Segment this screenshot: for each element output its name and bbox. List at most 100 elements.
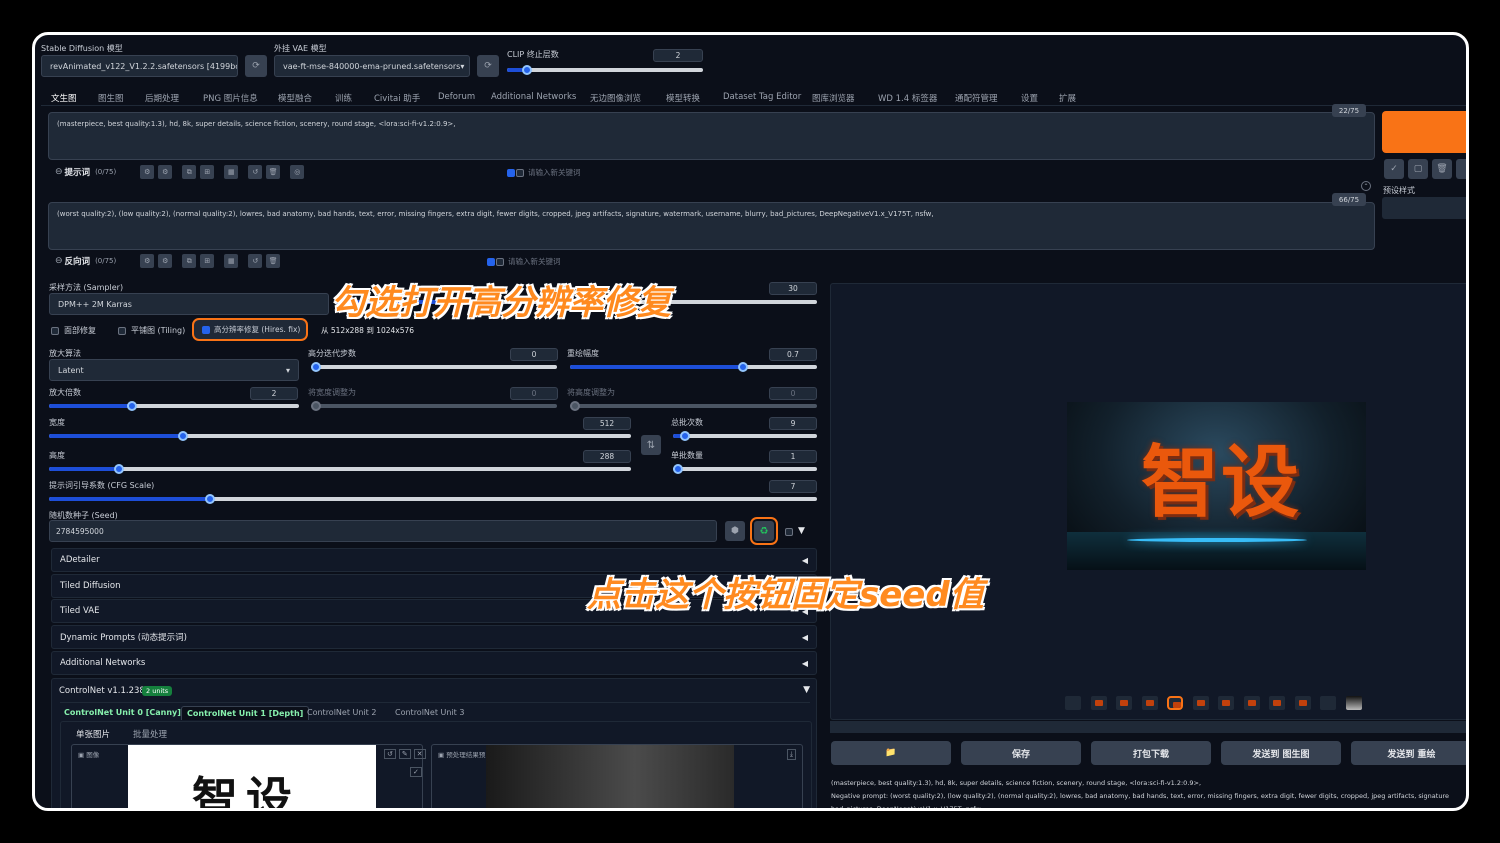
tab-9[interactable]: 无边图像浏览 (590, 92, 641, 104)
globe-icon[interactable]: ◎ (290, 165, 305, 179)
history-icon[interactable]: ↺ (248, 254, 263, 268)
hires-fix-option[interactable]: 高分辨率修复 (Hires. fix) (192, 318, 308, 341)
grid-icon[interactable]: ▦ (224, 254, 239, 268)
image-thumbnail[interactable] (1269, 696, 1285, 710)
image-thumbnail[interactable] (1090, 696, 1107, 710)
zip-download-button[interactable]: 打包下载 (1091, 741, 1211, 765)
sampler-dropdown[interactable]: DPM++ 2M Karras (49, 293, 329, 315)
gallery-scrollbar[interactable] (830, 721, 1466, 733)
keyword-checkbox-2[interactable] (496, 257, 504, 266)
refresh-vae-button[interactable]: ⟳ (477, 55, 499, 77)
tab-2[interactable]: 后期处理 (145, 92, 179, 104)
keyword-checkbox[interactable] (487, 257, 495, 266)
width-to-input[interactable]: 0 (510, 387, 558, 400)
prompt-textarea[interactable]: (masterpiece, best quality:1.3), hd, 8k,… (48, 112, 1375, 160)
slider-handle[interactable] (205, 494, 216, 504)
copy-icon[interactable]: ⧉ (182, 254, 197, 268)
controlnet-image-input[interactable]: ▣ 图像 智设 ↺ ✎ ✕ ✓ (71, 744, 426, 808)
history-icon[interactable]: ↺ (248, 165, 263, 179)
keyword-input[interactable]: 请输入新关键词 (528, 167, 581, 178)
negative-prompt-textarea[interactable]: (worst quality:2), (low quality:2), (nor… (48, 202, 1375, 250)
slider-handle[interactable] (673, 464, 683, 474)
tab-15[interactable]: 设置 (1021, 92, 1038, 104)
controlnet-unit-tab-2[interactable]: ControlNet Unit 2 (302, 706, 381, 719)
image-thumbnail[interactable] (1192, 696, 1209, 710)
brush-icon[interactable]: ✓ (410, 767, 422, 777)
face-restore-option[interactable]: 面部修复 (51, 325, 96, 336)
vae-dropdown[interactable]: vae-ft-mse-840000-ema-pruned.safetensors… (274, 55, 470, 77)
apply-style-button[interactable]: ✓ (1384, 159, 1404, 179)
slider-handle[interactable] (126, 401, 137, 411)
undo-icon[interactable]: ↺ (384, 749, 396, 759)
tab-11[interactable]: Dataset Tag Editor (723, 92, 801, 102)
batch-size-input[interactable]: 1 (769, 450, 817, 463)
copy-icon[interactable]: ⧉ (182, 165, 197, 179)
generate-button[interactable] (1382, 111, 1466, 153)
settings-icon[interactable]: ⚙ (140, 165, 155, 179)
caret-down-icon[interactable]: ▼ (803, 685, 810, 695)
tab-1[interactable]: 图生图 (98, 92, 124, 104)
face-restore-checkbox[interactable] (51, 326, 59, 335)
height-slider[interactable] (49, 464, 631, 474)
steps-value-input[interactable]: 30 (769, 282, 817, 295)
image-thumbnail[interactable] (1345, 696, 1362, 710)
random-seed-button[interactable]: ⬢ (725, 521, 745, 541)
close-icon[interactable]: ✕ (413, 749, 426, 759)
grid-thumbnail[interactable] (1065, 696, 1081, 710)
tab-5[interactable]: 训练 (335, 92, 352, 104)
refresh-models-button[interactable]: ⟳ (245, 55, 267, 77)
controlnet-unit-tab-3[interactable]: ControlNet Unit 3 (390, 706, 469, 719)
tab-3[interactable]: PNG 图片信息 (203, 92, 258, 104)
tab-8[interactable]: Additional Networks (491, 92, 576, 102)
generated-image[interactable]: 智设 (1067, 402, 1366, 570)
tab-0[interactable]: 文生图 (51, 92, 77, 104)
send-to-inpaint-button[interactable]: 发送到 重绘 (1351, 741, 1466, 765)
tab-10[interactable]: 模型转换 (666, 92, 700, 104)
slider-handle[interactable] (177, 431, 188, 441)
tab-14[interactable]: 通配符管理 (955, 92, 998, 104)
keyword-checkbox-2[interactable] (516, 168, 524, 177)
tab-6[interactable]: Civitai 助手 (374, 92, 420, 104)
clip-slider[interactable] (507, 65, 703, 75)
collapse-icon[interactable]: ⊖ (55, 167, 63, 177)
slider-handle[interactable] (737, 362, 748, 372)
width-to-slider[interactable] (311, 401, 557, 411)
height-to-input[interactable]: 0 (769, 387, 817, 400)
sd-model-dropdown[interactable]: revAnimated_v122_V1.2.2.safetensors [419… (41, 55, 238, 77)
tab-13[interactable]: WD 1.4 标签器 (878, 92, 937, 104)
batch-count-slider[interactable] (673, 431, 817, 441)
clip-value-input[interactable]: 2 (653, 49, 703, 62)
slider-handle[interactable] (679, 431, 690, 441)
keyword-checkbox[interactable] (507, 168, 515, 177)
upscaler-dropdown[interactable]: Latent ▾ (49, 359, 299, 381)
cfg-slider[interactable] (49, 494, 817, 504)
tab-16[interactable]: 扩展 (1059, 92, 1076, 104)
batch-count-input[interactable]: 9 (769, 417, 817, 430)
batch-tab[interactable]: 批量处理 (133, 728, 167, 740)
paste-icon[interactable]: ⊞ (200, 254, 215, 268)
copy-style-button[interactable]: ▢ (1408, 159, 1428, 179)
caret-down-icon[interactable]: ▼ (798, 526, 805, 536)
paste-icon[interactable]: ⊞ (200, 165, 215, 179)
width-slider[interactable] (49, 431, 631, 441)
slider-handle[interactable] (570, 401, 580, 411)
preset-style-dropdown[interactable] (1382, 197, 1466, 219)
collapse-up-icon[interactable]: ⌃ (1361, 181, 1371, 191)
swap-dimensions-button[interactable]: ⇅ (641, 435, 661, 455)
save-button[interactable]: 保存 (961, 741, 1081, 765)
tiling-checkbox[interactable] (118, 326, 126, 335)
image-thumbnail[interactable] (1243, 696, 1260, 710)
hires-steps-input[interactable]: 0 (510, 348, 558, 361)
send-to-img2img-button[interactable]: 发送到 图生图 (1221, 741, 1341, 765)
image-thumbnail[interactable] (1116, 696, 1132, 710)
reuse-seed-button[interactable]: ♻ (750, 517, 778, 545)
slider-handle[interactable] (113, 464, 124, 474)
trash-icon[interactable]: 🗑 (266, 165, 281, 179)
accordion-3[interactable]: Dynamic Prompts (动态提示词) ◀ (51, 625, 817, 649)
image-thumbnail[interactable] (1294, 696, 1311, 710)
height-to-slider[interactable] (570, 401, 817, 411)
delete-style-button[interactable]: 🗑 (1432, 159, 1452, 179)
trash-icon[interactable]: 🗑 (266, 254, 281, 268)
tab-4[interactable]: 模型融合 (278, 92, 312, 104)
slider-handle[interactable] (311, 362, 321, 372)
